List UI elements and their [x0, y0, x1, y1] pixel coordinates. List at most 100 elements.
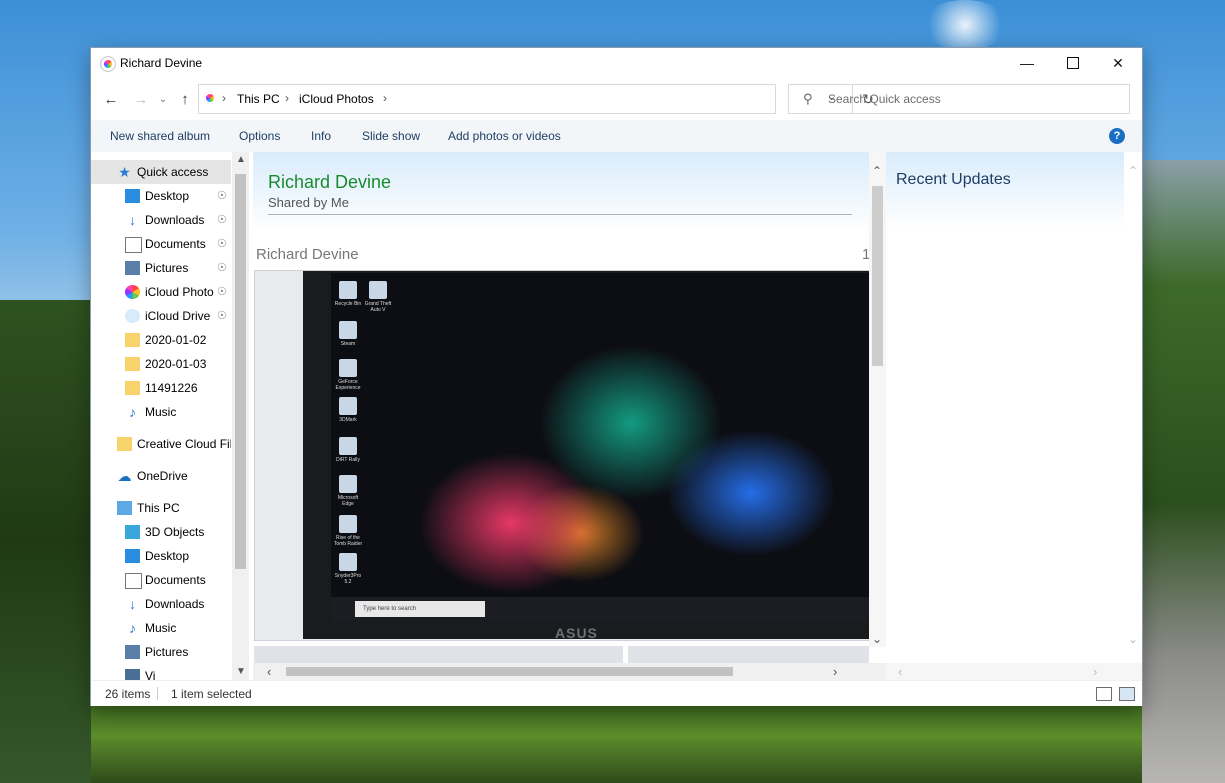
- sidebar-item-label: 2020-01-03: [145, 357, 207, 371]
- scroll-up-icon[interactable]: ▲: [236, 154, 246, 165]
- sidebar-item-desktop[interactable]: Desktop: [91, 544, 231, 568]
- sidebar-item-3d-objects[interactable]: 3D Objects: [91, 520, 231, 544]
- breadcrumb-separator-icon: ›: [383, 91, 387, 105]
- desktop-cloud: [920, 0, 1010, 50]
- scroll-left-icon[interactable]: ‹: [267, 664, 271, 679]
- photo-monitor-brand: ASUS: [555, 625, 598, 641]
- content-scroll-thumb[interactable]: [872, 186, 883, 366]
- sidebar-item-icloud-photo[interactable]: iCloud Photo ☉: [91, 280, 231, 304]
- album-divider: [268, 214, 852, 215]
- up-button[interactable]: ↑: [174, 88, 196, 110]
- breadcrumb-this-pc[interactable]: This PC: [237, 92, 280, 106]
- photo-taskbar-search: Type here to search: [355, 601, 485, 617]
- breadcrumb-icloud-photos[interactable]: iCloud Photos: [299, 92, 374, 106]
- sidebar-item-creative-cloud-fil[interactable]: Creative Cloud Fil: [91, 432, 231, 456]
- icloud-photos-icon: [204, 92, 216, 104]
- address-bar[interactable]: › This PC › iCloud Photos › ⌄ ↻: [198, 84, 874, 114]
- pin-icon: ☉: [217, 310, 227, 322]
- icloud-drive-icon: [125, 309, 140, 323]
- sidebar-item-documents[interactable]: Documents ☉: [91, 232, 231, 256]
- sidebar-item-downloads[interactable]: ↓ Downloads ☉: [91, 208, 231, 232]
- video-icon: [125, 669, 140, 680]
- search-box[interactable]: ⚲ Search Quick access: [788, 84, 1130, 114]
- content-horizontal-scrollbar[interactable]: ‹ ›: [253, 663, 886, 680]
- sidebar-item-11491226[interactable]: 11491226: [91, 376, 231, 400]
- photo-desktop-icon: [339, 359, 357, 377]
- sidebar-item-label: Pictures: [145, 645, 189, 659]
- sidebar-item-desktop[interactable]: Desktop ☉: [91, 184, 231, 208]
- info-button[interactable]: Info: [311, 129, 331, 143]
- recent-locations-button[interactable]: ⌄: [152, 88, 174, 110]
- maximize-button[interactable]: [1050, 48, 1096, 78]
- content-vertical-scrollbar[interactable]: ⌃ ⌄: [869, 152, 886, 647]
- minimize-icon: —: [1020, 55, 1034, 71]
- music-icon: ♪: [129, 404, 136, 420]
- scroll-up-icon[interactable]: ⌃: [1128, 164, 1138, 178]
- sidebar-item-icloud-drive[interactable]: iCloud Drive ☉: [91, 304, 231, 328]
- breadcrumb-separator-icon: ›: [222, 91, 226, 105]
- scroll-right-icon[interactable]: ›: [833, 664, 837, 679]
- sidebar-item-label: 2020-01-02: [145, 333, 207, 347]
- help-button[interactable]: ?: [1109, 128, 1125, 144]
- sidebar-item-onedrive[interactable]: ☁ OneDrive: [91, 464, 231, 488]
- search-input[interactable]: Search Quick access: [828, 92, 941, 106]
- sidebar-item-music[interactable]: ♪ Music: [91, 400, 231, 424]
- photo-desktop-icon: [339, 321, 357, 339]
- new-shared-album-button[interactable]: New shared album: [110, 129, 210, 143]
- recent-updates-title: Recent Updates: [896, 171, 1011, 188]
- star-icon: ★: [118, 164, 131, 180]
- sidebar-item-quick-access[interactable]: ★ Quick access: [91, 160, 231, 184]
- sidebar-item-documents[interactable]: Documents: [91, 568, 231, 592]
- scroll-down-icon[interactable]: ▼: [236, 666, 246, 677]
- details-view-icon[interactable]: [1096, 687, 1112, 701]
- document-icon: [125, 237, 142, 253]
- sidebar-item-this-pc[interactable]: This PC: [91, 496, 231, 520]
- sidebar-item-music[interactable]: ♪ Music: [91, 616, 231, 640]
- computer-icon: [117, 501, 132, 515]
- photo-desktop-icon: [339, 397, 357, 415]
- scroll-down-icon[interactable]: ⌄: [872, 632, 882, 646]
- scroll-down-icon[interactable]: ⌄: [1128, 632, 1138, 646]
- add-photos-button[interactable]: Add photos or videos: [448, 129, 561, 143]
- title-bar[interactable]: Richard Devine — ✕: [91, 48, 1142, 78]
- photo-desktop-icon: [369, 281, 387, 299]
- sidebar-item-pictures[interactable]: Pictures: [91, 640, 231, 664]
- arrow-left-icon: ←: [103, 90, 119, 108]
- scroll-right-icon[interactable]: ›: [1093, 664, 1097, 679]
- slide-show-button[interactable]: Slide show: [362, 129, 420, 143]
- options-button[interactable]: Options: [239, 129, 280, 143]
- scroll-left-icon[interactable]: ‹: [898, 664, 902, 679]
- close-button[interactable]: ✕: [1095, 48, 1141, 78]
- cube-icon: [125, 525, 140, 539]
- creative-cloud-icon: [117, 437, 132, 451]
- navigation-scrollbar[interactable]: ▲ ▼: [232, 152, 249, 680]
- content-hscroll-thumb[interactable]: [286, 667, 733, 676]
- photo-desktop-icon-label: GeForce Experience: [335, 379, 361, 391]
- photo-thumbnail[interactable]: Recycle Bin Grand Theft Auto V Steam GeForc…: [254, 270, 869, 641]
- sidebar-item-vi[interactable]: Vi: [91, 664, 231, 680]
- large-icons-view-icon[interactable]: [1119, 687, 1135, 701]
- sidebar-item-label: Desktop: [145, 189, 190, 203]
- document-icon: [125, 573, 142, 589]
- minimize-button[interactable]: —: [1004, 48, 1050, 78]
- arrow-right-icon: →: [133, 90, 149, 108]
- scroll-up-icon[interactable]: ⌃: [872, 164, 882, 178]
- sidebar-item-label: Vi: [145, 669, 156, 680]
- forward-button[interactable]: →: [130, 88, 152, 110]
- photo-desktop-icon-label: Snyder3Pro 5.2: [334, 573, 362, 585]
- photo-desktop-icon: [339, 515, 357, 533]
- pin-icon: ☉: [217, 238, 227, 250]
- recent-updates-scrollbar[interactable]: ⌃ ⌄: [1124, 152, 1142, 663]
- item-count: 26 items: [105, 687, 151, 701]
- navigation-scroll-thumb[interactable]: [235, 174, 246, 569]
- sidebar-item-2020-01-03[interactable]: 2020-01-03: [91, 352, 231, 376]
- photo-desktop-icon: [339, 553, 357, 571]
- sidebar-item-label: Pictures: [145, 261, 189, 275]
- back-button[interactable]: ←: [100, 88, 122, 110]
- sidebar-item-2020-01-02[interactable]: 2020-01-02: [91, 328, 231, 352]
- album-photo-count: 1: [862, 246, 869, 263]
- sidebar-item-pictures[interactable]: Pictures ☉: [91, 256, 231, 280]
- desktop-icon: [125, 549, 140, 563]
- sidebar-item-downloads[interactable]: ↓ Downloads: [91, 592, 231, 616]
- recent-updates-hscrollbar[interactable]: ‹ ›: [886, 663, 1142, 680]
